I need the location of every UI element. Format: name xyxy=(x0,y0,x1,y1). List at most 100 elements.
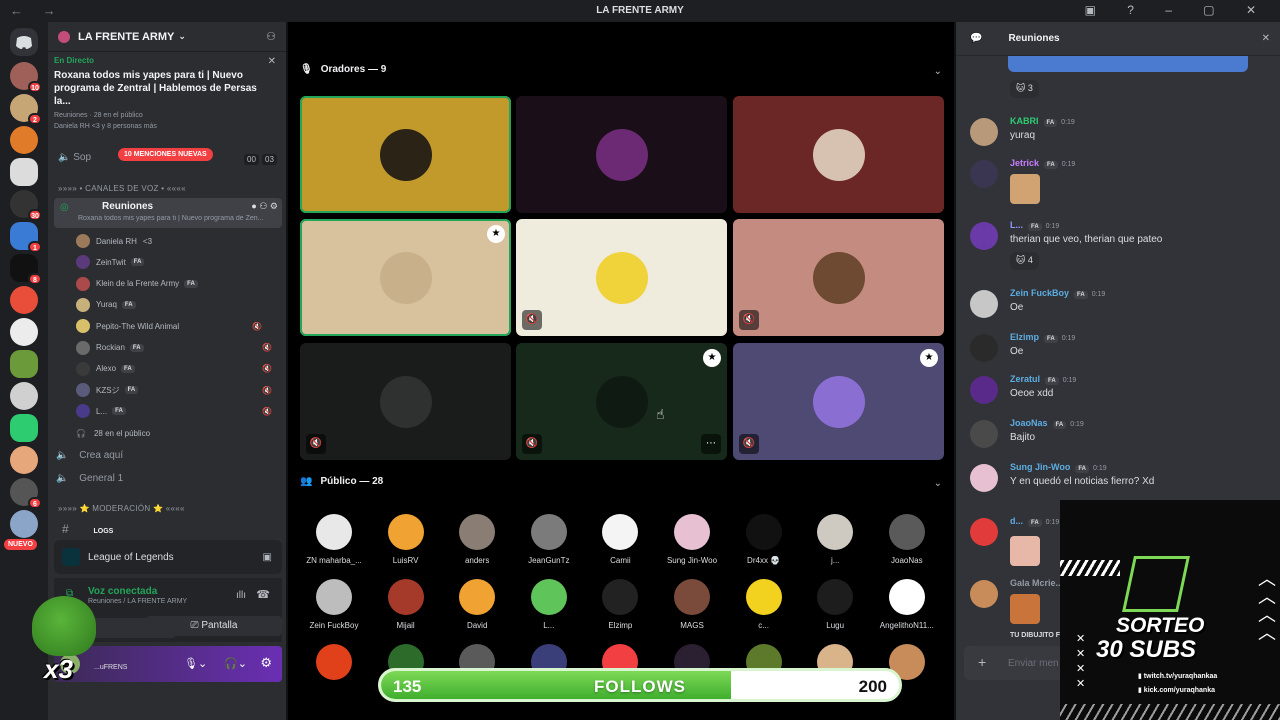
server-icon[interactable]: 30 xyxy=(10,190,42,221)
voice-user[interactable]: Daniela RH <3 xyxy=(76,232,152,250)
audience-member[interactable]: ZN maharba_... xyxy=(304,514,364,565)
voice-location[interactable]: Reuniones / LA FRENTE ARMY xyxy=(88,598,187,605)
message-author[interactable]: d... xyxy=(1010,516,1023,526)
server-icon[interactable] xyxy=(10,350,38,378)
avatar[interactable] xyxy=(970,420,998,448)
speaker-tile[interactable]: 🔇 xyxy=(516,219,727,336)
audience-member[interactable]: JeanGunTz xyxy=(519,514,579,565)
mic-icon[interactable]: 🎙⌄ xyxy=(184,657,207,670)
server-icon[interactable] xyxy=(10,446,38,474)
audience-member[interactable]: c... xyxy=(734,579,794,630)
message-author[interactable]: KABRI xyxy=(1010,116,1039,126)
audience-count-row[interactable]: 🎧 28 en el público xyxy=(76,424,150,442)
channel-logs[interactable]: # LOGS xyxy=(62,522,113,536)
audience-member[interactable]: MAGS xyxy=(662,579,722,630)
audience-header[interactable]: 👥 Público — 28 xyxy=(300,476,383,487)
server-icon[interactable]: 10 xyxy=(10,62,42,93)
message-author[interactable]: Zeratul xyxy=(1010,374,1040,384)
audience-member[interactable]: Lugu xyxy=(805,579,865,630)
message-author[interactable]: Jetrick xyxy=(1010,158,1039,168)
channel-sop[interactable]: 🔈 Sop xyxy=(58,152,91,163)
server-icon[interactable] xyxy=(10,510,38,538)
speaker-tile[interactable]: ★ xyxy=(300,219,511,336)
voice-status[interactable]: Voz conectada xyxy=(88,586,157,597)
message-author[interactable]: L... xyxy=(1010,220,1023,230)
speakers-header[interactable]: 🎙 Oradores — 9 xyxy=(300,64,386,75)
chat-settings-icons[interactable]: ● ⚇ ⚙ xyxy=(251,201,278,212)
noise-icon[interactable]: ıllı xyxy=(236,590,246,601)
audience-member[interactable] xyxy=(304,644,364,686)
speaker-tile[interactable] xyxy=(733,96,944,213)
server-icon[interactable] xyxy=(10,158,38,186)
voice-user[interactable]: Alexo FA 🔇 xyxy=(76,360,272,378)
audience-member[interactable]: AngelithoN11... xyxy=(877,579,937,630)
message-author[interactable]: JoaoNas xyxy=(1010,418,1048,428)
avatar[interactable] xyxy=(970,334,998,362)
channel-crea[interactable]: 🔈 Crea aquí xyxy=(56,450,123,461)
voice-user[interactable]: Rockian FA 🔇 xyxy=(76,339,272,357)
sticker-image[interactable] xyxy=(1010,174,1040,204)
server-icon[interactable] xyxy=(10,318,38,346)
new-mentions-badge[interactable]: 10 MENCIONES NUEVAS xyxy=(118,148,213,161)
audience-member[interactable]: Mijail xyxy=(376,579,436,630)
server-icon[interactable]: 6 xyxy=(10,478,42,509)
image-attachment[interactable] xyxy=(1008,56,1248,72)
window-controls[interactable]: ▣ ? – ▢ ✕ xyxy=(1085,3,1270,17)
voice-user[interactable]: ZeinTwit FA xyxy=(76,253,145,271)
voice-category-header[interactable]: »»»» • CANALES DE VOZ • «««« xyxy=(58,184,186,193)
activity-card[interactable]: League of Legends ▣ xyxy=(54,540,282,574)
audience-member[interactable]: j... xyxy=(805,514,865,565)
sticker-image[interactable] xyxy=(1010,536,1040,566)
message-author[interactable]: Gala Mcrie... xyxy=(1010,578,1063,588)
message-author[interactable]: Sung Jin-Woo xyxy=(1010,462,1070,472)
server-icon[interactable] xyxy=(10,286,38,314)
server-icon[interactable] xyxy=(10,126,38,154)
channel-reuniones[interactable]: ◎ Reuniones Roxana todos mis yapes para … xyxy=(54,198,282,228)
audience-member[interactable]: L... xyxy=(519,579,579,630)
avatar[interactable] xyxy=(970,160,998,188)
server-icon[interactable] xyxy=(10,382,38,410)
chevron-down-icon[interactable]: ⌄ xyxy=(934,478,942,489)
speaker-tile[interactable] xyxy=(516,96,727,213)
avatar[interactable] xyxy=(970,222,998,250)
audience-member[interactable]: Camii xyxy=(590,514,650,565)
headset-icon[interactable]: 🎧⌄ xyxy=(224,657,247,670)
audience-member[interactable]: Zein FuckBoy xyxy=(304,579,364,630)
channel-general[interactable]: 🔈 General 1 xyxy=(56,473,123,484)
server-icon[interactable]: 1 xyxy=(10,222,42,253)
speaker-tile[interactable]: 🔇 xyxy=(733,219,944,336)
more-options-icon[interactable]: ⋯ xyxy=(701,434,721,454)
speaker-tile[interactable]: 🔇 ★ xyxy=(733,343,944,460)
close-icon[interactable]: ✕ xyxy=(268,56,276,67)
screen-share-button[interactable]: ⎚ Pantalla xyxy=(146,616,282,636)
speaker-tile[interactable]: 🔇 ★ ⋯ xyxy=(516,343,727,460)
audience-member[interactable]: David xyxy=(447,579,507,630)
sticker-image[interactable] xyxy=(1010,594,1040,624)
plus-icon[interactable]: + xyxy=(978,654,986,670)
avatar[interactable] xyxy=(970,464,998,492)
voice-user[interactable]: Klein de la Frente Army FA xyxy=(76,275,198,293)
audience-member[interactable]: JoaoNas xyxy=(877,514,937,565)
audience-member[interactable]: Elzimp xyxy=(590,579,650,630)
audience-member[interactable]: Dr4xx 💀 xyxy=(734,514,794,565)
voice-user[interactable]: KZSジ FA 🔇 xyxy=(76,381,272,399)
avatar[interactable] xyxy=(970,376,998,404)
reaction-chip[interactable]: 🐱 4 xyxy=(1010,252,1039,270)
reaction-chip[interactable]: 🐱 3 xyxy=(1010,80,1039,98)
voice-user[interactable]: Yuraq FA xyxy=(76,296,136,314)
speaker-tile[interactable] xyxy=(300,96,511,213)
close-icon[interactable]: ✕ xyxy=(1262,33,1270,44)
disconnect-icon[interactable]: ☎ xyxy=(256,588,270,601)
chevron-down-icon[interactable]: ⌄ xyxy=(934,66,942,77)
message-author[interactable]: Elzimp xyxy=(1010,332,1039,342)
avatar[interactable] xyxy=(970,580,998,608)
live-stage-card[interactable]: En Directo Roxana todos mis yapes para t… xyxy=(54,56,282,136)
avatar[interactable] xyxy=(970,118,998,146)
avatar[interactable] xyxy=(970,518,998,546)
audience-member[interactable]: anders xyxy=(447,514,507,565)
invite-people-icon[interactable]: ⚇ xyxy=(266,30,276,43)
server-icon[interactable] xyxy=(10,414,38,442)
message-author[interactable]: Zein FuckBoy xyxy=(1010,288,1069,298)
server-icon[interactable]: 8 xyxy=(10,254,42,285)
speaker-tile[interactable]: 🔇 xyxy=(300,343,511,460)
